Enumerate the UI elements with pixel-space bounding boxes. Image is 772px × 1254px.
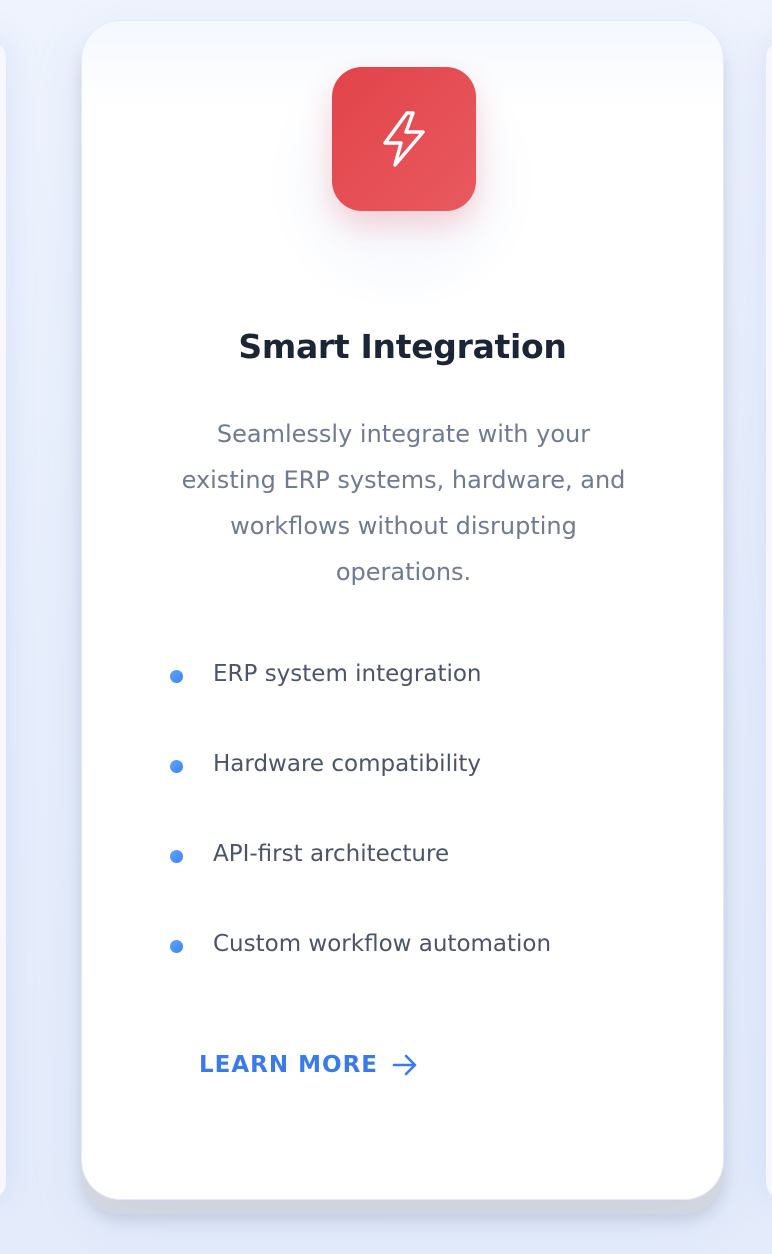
card-description: Seamlessly integrate with your existing … [181, 420, 626, 586]
icon-tile [332, 67, 476, 211]
list-item: Hardware compatibility [82, 741, 723, 831]
feature-label: API-first architecture [213, 841, 450, 867]
lightning-bolt-icon [383, 111, 425, 167]
list-item: ERP system integration [82, 651, 723, 741]
arrow-right-icon [392, 1054, 417, 1076]
learn-more-label: LEARN MORE [199, 1052, 378, 1078]
feature-label: ERP system integration [213, 661, 482, 687]
bullet-dot-icon [170, 940, 183, 953]
list-item: API-first architecture [82, 831, 723, 921]
list-item: Custom workflow automation [82, 921, 723, 1011]
adjacent-card-left [0, 40, 6, 1200]
feature-card: Smart Integration Seamlessly integrate w… [81, 20, 724, 1200]
feature-label: Custom workflow automation [213, 931, 552, 957]
card-title: Smart Integration [238, 327, 567, 366]
feature-list: ERP system integration Hardware compatib… [82, 651, 723, 1011]
learn-more-link[interactable]: LEARN MORE [199, 1052, 418, 1078]
bullet-dot-icon [170, 850, 183, 863]
feature-label: Hardware compatibility [213, 751, 481, 777]
bullet-dot-icon [170, 760, 183, 773]
bullet-dot-icon [170, 670, 183, 683]
adjacent-card-right [766, 40, 772, 1200]
